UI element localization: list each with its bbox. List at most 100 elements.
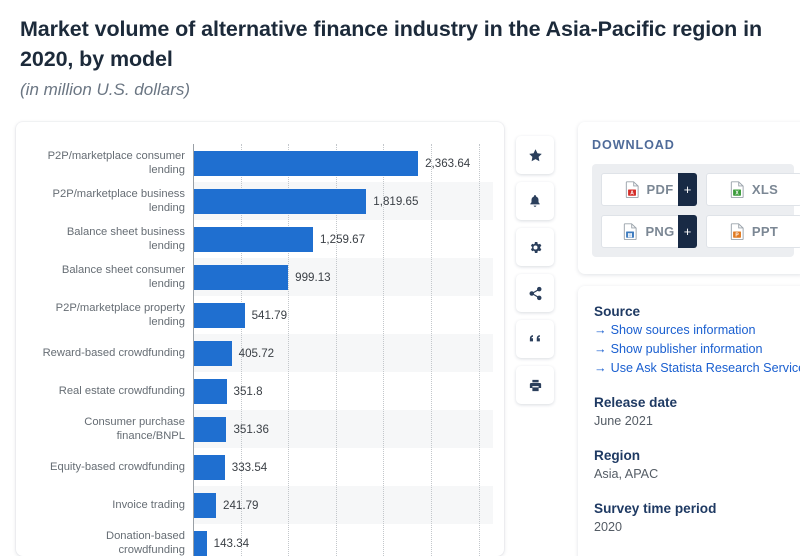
pdf-file-icon: A (625, 181, 640, 199)
y-axis-label: Invoice trading (24, 486, 193, 524)
print-icon (528, 378, 543, 393)
y-axis-label-row: Real estate crowdfunding (24, 372, 193, 410)
y-axis-label-line: Consumer purchase (84, 416, 185, 428)
y-axis-label: P2P/marketplace consumer lending (24, 144, 193, 182)
y-axis-label: P2P/marketplace business lending (24, 182, 193, 220)
png-file-icon: ▤ (623, 223, 638, 241)
download-png-button[interactable]: ▤ PNG + (601, 215, 697, 248)
share-icon (528, 286, 543, 301)
y-axis-label-line: P2P/marketplace consumer (47, 150, 185, 162)
gear-button[interactable] (516, 228, 554, 266)
quote-button[interactable] (516, 320, 554, 358)
y-axis-label-row: Balance sheet consumer lending (24, 258, 193, 296)
y-axis-label-line: Real estate crowdfunding (58, 385, 185, 397)
chart-bar[interactable] (193, 264, 289, 290)
chart-y-axis-line (193, 144, 194, 556)
chart-bar-row[interactable]: 541.79 (193, 296, 493, 334)
chart-bar-row[interactable]: 1,819.65 (193, 182, 493, 220)
chart-bar-row[interactable]: 1,259.67 (193, 220, 493, 258)
y-axis-label-line: Donation-based (106, 530, 185, 542)
y-axis-label-row: P2P/marketplace property lending (24, 296, 193, 334)
y-axis-label: P2P/marketplace property lending (24, 296, 193, 334)
region-value: Asia, APAC (594, 467, 659, 481)
chart-y-axis-labels: P2P/marketplace consumer lending P2P/marke… (24, 144, 193, 556)
info-panel: Source → Show sources information → Show pu… (578, 286, 800, 556)
chart-bar-row[interactable]: 241.79 (193, 486, 493, 524)
source-link[interactable]: → Use Ask Statista Research Service (594, 359, 800, 378)
statista-chart-page: Market volume of alternative finance ind… (0, 0, 800, 556)
chart-bar[interactable] (193, 340, 232, 366)
y-axis-label-line: lending (148, 202, 185, 214)
y-axis-label-line: finance/BNPL (116, 430, 185, 442)
arrow-right-icon: → (594, 323, 607, 337)
chart-bar-row[interactable]: 143.34 (193, 524, 493, 556)
star-button[interactable] (516, 136, 554, 174)
chart-bar[interactable] (193, 150, 419, 176)
y-axis-label-line: lending (148, 316, 185, 328)
chart-inner: P2P/marketplace consumer lending P2P/marke… (16, 122, 504, 556)
gear-icon (528, 240, 543, 255)
y-axis-label-line: P2P/marketplace business (52, 188, 185, 200)
y-axis-label-row: Equity-based crowdfunding (24, 448, 193, 486)
chart-bar[interactable] (193, 188, 367, 214)
y-axis-label: Reward-based crowdfunding (24, 334, 193, 372)
page-subtitle: (in million U.S. dollars) (20, 80, 191, 99)
y-axis-label-line: Balance sheet business (66, 226, 185, 238)
chart-bar[interactable] (193, 226, 313, 252)
release-date-value: June 2021 (594, 414, 653, 428)
chart-bar-value-label: 541.79 (251, 308, 288, 322)
survey-period-value: 2020 (594, 520, 623, 534)
source-link-label: Use Ask Statista Research Service (610, 361, 800, 375)
download-heading: DOWNLOAD (592, 138, 675, 152)
download-expand-button[interactable]: + (678, 215, 697, 248)
y-axis-label-line: Invoice trading (112, 499, 185, 511)
chart-bar-row[interactable]: 405.72 (193, 334, 493, 372)
chart-bar-value-label: 143.34 (213, 536, 250, 550)
download-xls-button[interactable]: X XLS (706, 173, 800, 206)
chart-bar-value-label: 241.79 (223, 498, 259, 512)
download-button-label: PDF (646, 182, 674, 197)
chart-bar[interactable] (193, 530, 207, 556)
content-area: P2P/marketplace consumer lending P2P/marke… (0, 118, 800, 556)
y-axis-label-line: lending (148, 278, 185, 290)
y-axis-label: Balance sheet business lending (24, 220, 193, 258)
bell-button[interactable] (516, 182, 554, 220)
chart-bar-value-label: 333.54 (231, 460, 268, 474)
arrow-right-icon: → (594, 361, 607, 375)
source-link[interactable]: → Show sources information (594, 321, 792, 340)
chart-bars: 2,363.64 1,819.65 1,259.67 999.13 541.79 405.… (193, 144, 493, 556)
y-axis-label: Balance sheet consumer lending (24, 258, 193, 296)
y-axis-label-row: Consumer purchase finance/BNPL (24, 410, 193, 448)
chart-bar-row[interactable]: 2,363.64 (193, 144, 493, 182)
chart-bar[interactable] (193, 302, 245, 328)
quote-icon (528, 333, 543, 346)
download-expand-button[interactable]: + (678, 173, 697, 206)
y-axis-label: Consumer purchase finance/BNPL (24, 410, 193, 448)
share-button[interactable] (516, 274, 554, 312)
y-axis-label-line: Equity-based crowdfunding (50, 461, 185, 473)
chart-bar-row[interactable]: 999.13 (193, 258, 493, 296)
survey-period-heading: Survey time period (594, 501, 717, 516)
y-axis-label-line: Reward-based crowdfunding (42, 347, 185, 359)
source-heading: Source (594, 304, 641, 319)
chart-bar[interactable] (193, 378, 227, 404)
chart-bar-value-label: 1,259.67 (319, 232, 366, 246)
download-pdf-button[interactable]: A PDF + (601, 173, 697, 206)
chart-bar-value-label: 405.72 (238, 346, 275, 360)
bell-icon (528, 193, 542, 209)
download-ppt-button[interactable]: P PPT (706, 215, 800, 248)
source-link[interactable]: → Show publisher information (594, 340, 792, 359)
chart-bar-row[interactable]: 351.8 (193, 372, 493, 410)
chart-bar[interactable] (193, 492, 217, 518)
chart-bar[interactable] (193, 454, 225, 480)
chart-bar-row[interactable]: 351.36 (193, 410, 493, 448)
chart-bar-row[interactable]: 333.54 (193, 448, 493, 486)
download-button-label: PPT (751, 224, 779, 239)
y-axis-label: Real estate crowdfunding (24, 372, 193, 410)
y-axis-label-row: P2P/marketplace business lending (24, 182, 193, 220)
source-link-label: Show sources information (610, 323, 756, 337)
chart-bar[interactable] (193, 416, 227, 442)
xls-file-icon: X (730, 181, 745, 199)
y-axis-label-line: crowdfunding (118, 544, 185, 556)
print-button[interactable] (516, 366, 554, 404)
